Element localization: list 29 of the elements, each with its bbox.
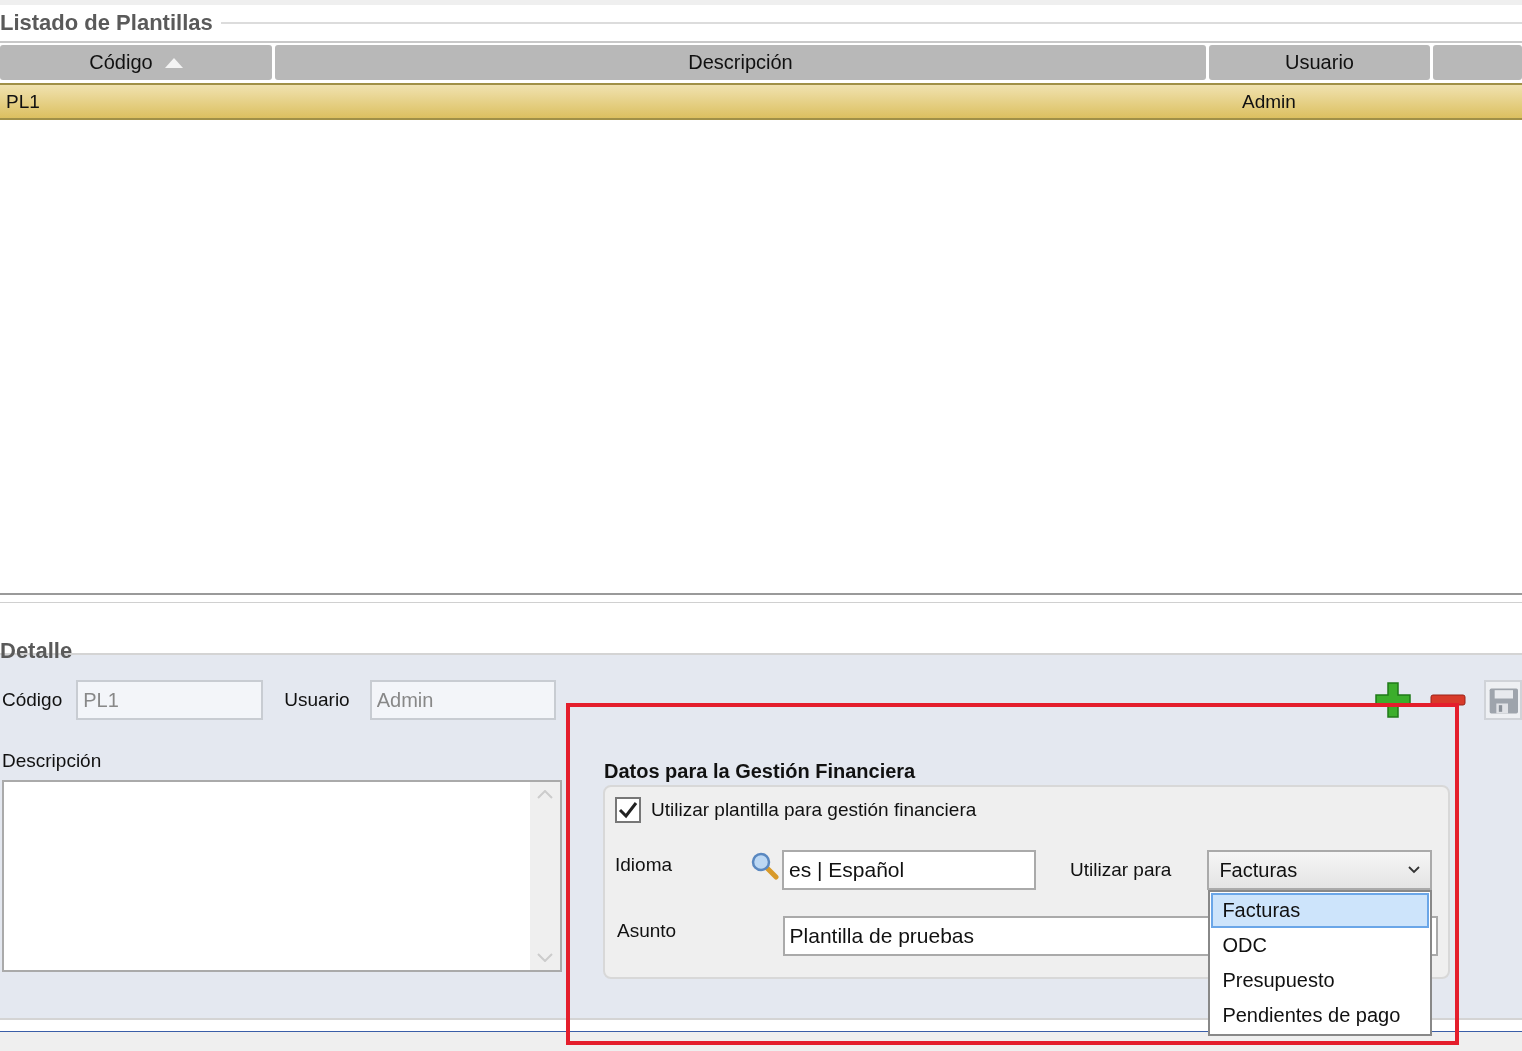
section-title: Detalle — [0, 640, 74, 662]
column-header[interactable]: Usuario — [1209, 45, 1430, 80]
group-title: Datos para la Gestión Financiera — [604, 760, 917, 783]
scrollbar[interactable] — [530, 782, 560, 970]
search-icon[interactable] — [751, 852, 779, 880]
field-label: Usuario — [284, 689, 350, 711]
checkbox[interactable] — [615, 797, 641, 823]
column-header[interactable]: Descripción — [275, 45, 1206, 80]
field-label: Utilizar para — [1070, 859, 1172, 881]
checkbox-label: Utilizar plantilla para gestión financiera — [651, 799, 977, 821]
column-header[interactable]: Código — [0, 45, 272, 80]
language-field[interactable]: es | Español — [782, 850, 1036, 890]
add-icon[interactable] — [1374, 681, 1412, 719]
scroll-up-icon[interactable] — [537, 790, 553, 799]
use-for-select[interactable]: Facturas — [1207, 850, 1433, 890]
scroll-down-icon[interactable] — [537, 953, 553, 962]
field-label: Idioma — [615, 854, 674, 876]
field-label: Descripción — [2, 750, 103, 772]
field-label: Código — [2, 689, 63, 711]
chevron-down-icon — [1408, 866, 1421, 874]
table-cell-text: Admin — [1241, 90, 1297, 113]
save-icon[interactable] — [1484, 680, 1522, 720]
section-title: Listado de Plantillas — [0, 10, 214, 36]
field-label: Asunto — [616, 920, 678, 942]
table-row[interactable]: PL1 Admin — [0, 83, 1522, 120]
remove-icon[interactable] — [1430, 694, 1466, 706]
description-field[interactable] — [2, 780, 562, 972]
dropdown-option[interactable]: Facturas — [1211, 893, 1430, 928]
table-cell-text: PL1 — [5, 90, 41, 113]
